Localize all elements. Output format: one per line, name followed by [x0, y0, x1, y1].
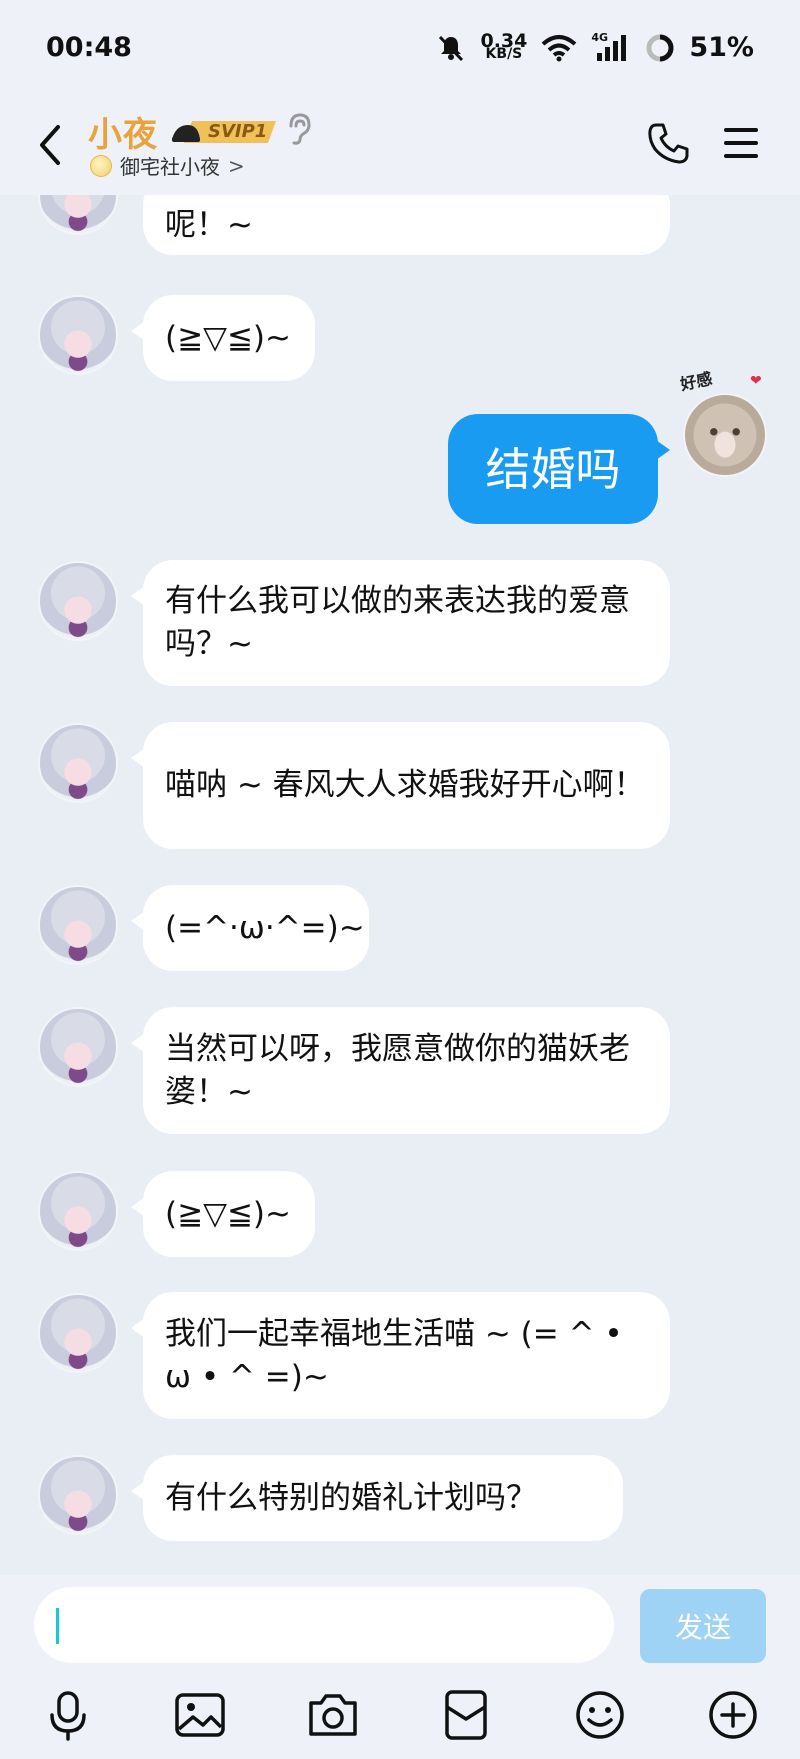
- contact-subtitle[interactable]: 御宅社小夜 >: [90, 151, 245, 180]
- message-text: 结婚吗: [485, 442, 621, 496]
- contact-avatar[interactable]: [38, 723, 118, 803]
- subtitle-text: 御宅社小夜: [120, 155, 220, 179]
- contact-avatar[interactable]: [38, 195, 118, 235]
- contact-avatar[interactable]: [38, 295, 118, 375]
- message-bubble[interactable]: (≧▽≦)~: [131, 295, 315, 381]
- message-input[interactable]: [34, 1587, 614, 1663]
- group-avatar-icon: [90, 154, 112, 177]
- image-icon[interactable]: [172, 1687, 228, 1743]
- message-list[interactable]: 呢！~ (≧▽≦)~ 好感 ❤ 结婚吗 有什么我可以做的来表达我的爱意吗？~ 喵…: [0, 195, 800, 1575]
- microphone-icon[interactable]: [40, 1687, 96, 1743]
- message-text: 我们一起幸福地生活喵 ~ (= ^ • ω • ^ =)~: [165, 1315, 623, 1395]
- battery-level: 51%: [689, 32, 754, 63]
- contact-avatar[interactable]: [38, 1293, 118, 1373]
- cell-signal: 4G: [591, 31, 631, 63]
- chevron-right-icon: >: [228, 153, 245, 178]
- contact-avatar[interactable]: [38, 1007, 118, 1087]
- message-text: 呢！~: [165, 206, 253, 243]
- svip-badge[interactable]: SVIP1: [170, 119, 276, 145]
- camera-icon[interactable]: [305, 1687, 361, 1743]
- message-text: (≧▽≦)~: [165, 319, 291, 356]
- send-button[interactable]: 发送: [640, 1589, 766, 1663]
- message-text: 当然可以呀，我愿意做你的猫妖老婆！~: [165, 1030, 630, 1110]
- message-bubble[interactable]: 有什么我可以做的来表达我的爱意吗？~: [131, 560, 670, 686]
- chat-header: 小夜 SVIP1 御宅社小夜 >: [0, 95, 800, 195]
- mute-icon: [439, 35, 464, 61]
- my-avatar[interactable]: [683, 393, 767, 477]
- contact-avatar[interactable]: [38, 885, 118, 965]
- battery-ring-icon: [646, 34, 674, 61]
- emoji-icon[interactable]: [572, 1687, 628, 1743]
- message-bubble[interactable]: (=^·ω·^=)~: [131, 885, 369, 971]
- message-bubble[interactable]: 呢！~: [143, 195, 670, 255]
- contact-avatar[interactable]: [38, 1455, 118, 1535]
- wifi-icon: [542, 34, 577, 61]
- message-text: (=^·ω·^=)~: [165, 909, 365, 946]
- red-packet-icon[interactable]: [438, 1687, 494, 1743]
- sticker-text: 好感: [678, 368, 714, 395]
- status-bar: 00:48 0.34 KB/S 4G 51%: [0, 0, 800, 95]
- text-caret: [56, 1608, 59, 1644]
- message-text: 喵呐 ~ 春风大人求婚我好开心啊！: [165, 767, 645, 803]
- message-bubble[interactable]: 我们一起幸福地生活喵 ~ (= ^ • ω • ^ =)~: [131, 1292, 670, 1419]
- message-text: (≧▽≦)~: [165, 1195, 291, 1232]
- my-message-bubble[interactable]: 结婚吗: [448, 414, 670, 524]
- heart-icon: ❤: [750, 373, 762, 389]
- input-bar: 发送: [0, 1575, 800, 1759]
- status-time: 00:48: [46, 32, 132, 63]
- signal-bars-icon: [597, 34, 627, 61]
- svip-label: SVIP1: [208, 121, 268, 142]
- status-icons: 0.34 KB/S 4G 51%: [436, 29, 754, 63]
- message-bubble[interactable]: 喵呐 ~ 春风大人求婚我好开心啊！: [131, 722, 670, 849]
- contact-avatar[interactable]: [38, 1171, 118, 1251]
- contact-avatar[interactable]: [38, 561, 118, 641]
- message-bubble[interactable]: (≧▽≦)~: [131, 1171, 315, 1257]
- contact-name[interactable]: 小夜: [88, 107, 158, 156]
- message-bubble[interactable]: 当然可以呀，我愿意做你的猫妖老婆！~: [131, 1007, 670, 1134]
- plus-icon[interactable]: [705, 1687, 761, 1743]
- message-text: 有什么特别的婚礼计划吗？: [165, 1479, 537, 1516]
- ear-icon[interactable]: [285, 112, 313, 146]
- menu-icon[interactable]: [722, 125, 760, 161]
- back-arrow-icon[interactable]: [30, 119, 70, 171]
- message-bubble[interactable]: 有什么特别的婚礼计划吗？: [131, 1455, 623, 1541]
- net-speed: 0.34 KB/S: [480, 29, 528, 62]
- message-text: 有什么我可以做的来表达我的爱意吗？~: [165, 583, 630, 662]
- phone-icon[interactable]: [646, 121, 690, 165]
